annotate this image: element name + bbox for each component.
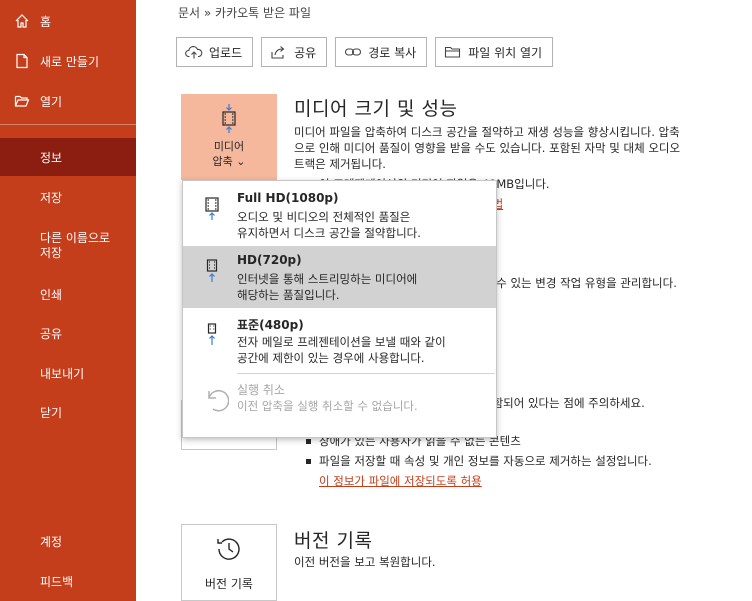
nav-share[interactable]: 공유: [0, 320, 136, 346]
nav-home-label: 홈: [40, 14, 52, 29]
nav-info-label: 정보: [40, 150, 63, 165]
nav-feedback[interactable]: 피드백: [0, 568, 136, 594]
menu-item-hd[interactable]: HD(720p) 인터넷을 통해 스트리밍하는 미디어에 해당하는 품질입니다.: [183, 246, 496, 308]
share-icon: [270, 44, 288, 60]
media-size-title: 미디어 크기 및 성능: [294, 98, 458, 120]
nav-new[interactable]: 새로 만들기: [0, 48, 136, 74]
nav-close[interactable]: 닫기: [0, 399, 136, 425]
bullet-marker: [306, 458, 311, 464]
upload-label: 업로드: [209, 45, 243, 60]
nav-save-as[interactable]: 다른 이름으로 저장: [0, 228, 136, 264]
nav-account[interactable]: 계정: [0, 528, 136, 554]
media-description-1: 미디어 파일을 압축하여 디스크 공간을 절약하고 재생 성능을 향상시킵니다.…: [294, 125, 680, 139]
menu-item-full-hd[interactable]: Full HD(1080p) 오디오 및 비디오의 전체적인 품질은 유지하면서…: [183, 184, 496, 246]
folder-icon: [444, 44, 462, 60]
hd-desc-2: 해당하는 품질입니다.: [237, 288, 340, 302]
compress-media-menu: Full HD(1080p) 오디오 및 비디오의 전체적인 품질은 유지하면서…: [182, 180, 497, 438]
hd-icon: [203, 254, 221, 287]
nav-info[interactable]: 정보: [0, 138, 136, 176]
full-hd-desc-2: 유지하면서 디스크 공간을 절약합니다.: [237, 226, 421, 240]
compress-media-button[interactable]: 미디어 압축 ⌄: [181, 94, 277, 180]
compress-media-icon: [220, 104, 238, 137]
standard-desc-2: 공간에 제한이 있는 경우에 사용합니다.: [237, 351, 425, 365]
version-history-title: 버전 기록: [294, 530, 373, 552]
link-icon: [344, 44, 362, 60]
standard-desc-1: 전자 메일로 프레젠테이션을 보낼 때와 같이: [237, 335, 446, 349]
nav-feedback-label: 피드백: [40, 574, 74, 589]
full-hd-desc-1: 오디오 및 비디오의 전체적인 품질은: [237, 210, 411, 224]
nav-home[interactable]: 홈: [0, 8, 136, 34]
version-history-description: 이전 버전을 보고 복원합니다.: [294, 555, 436, 569]
share-label: 공유: [294, 45, 317, 60]
media-description-2: 으로 인해 미디어 품질이 영향을 받을 수도 있습니다. 포함된 자막 및 대…: [294, 141, 681, 155]
nav-print-label: 인쇄: [40, 287, 63, 302]
file-actions-bar: 업로드 공유 경로 복사 파일 위치 열기: [176, 37, 554, 67]
full-hd-icon: [203, 192, 221, 225]
cloud-upload-icon: [185, 44, 203, 60]
allow-info-link-text: 이 정보가 파일에 저장되도록 허용: [319, 474, 482, 488]
nav-save-as-label-2: 저장: [40, 246, 63, 260]
undo-title: 실행 취소: [237, 383, 285, 397]
inspect-bullet-2-text: 파일을 저장할 때 속성 및 개인 정보를 자동으로 제거하는 설정입니다.: [319, 454, 652, 468]
hd-title: HD(720p): [237, 253, 302, 267]
standard-icon: [203, 317, 221, 350]
open-file-location-button[interactable]: 파일 위치 열기: [435, 37, 554, 67]
copy-path-button[interactable]: 경로 복사: [335, 37, 428, 67]
nav-export-label: 내보내기: [40, 366, 85, 381]
backstage-sidebar: 홈 새로 만들기 열기 정보 저장 다른 이름으로 저장 인쇄 공유 내보내기 …: [0, 0, 136, 601]
nav-new-label: 새로 만들기: [40, 54, 100, 69]
standard-title: 표준(480p): [237, 318, 304, 332]
bullet-marker: [306, 438, 311, 444]
menu-item-standard[interactable]: 표준(480p) 전자 메일로 프레젠테이션을 보낼 때와 같이 공간에 제한이…: [183, 309, 496, 371]
upload-button[interactable]: 업로드: [176, 37, 254, 67]
menu-divider: [237, 373, 495, 374]
full-hd-title: Full HD(1080p): [237, 191, 339, 205]
version-history-button[interactable]: 버전 기록: [181, 524, 277, 601]
nav-open-label: 열기: [40, 94, 63, 109]
menu-item-undo[interactable]: 실행 취소 이전 압축을 실행 취소할 수 없습니다.: [183, 377, 496, 421]
compress-media-label-1: 미디어: [213, 140, 245, 153]
nav-print[interactable]: 인쇄: [0, 281, 136, 307]
home-icon: [10, 13, 34, 29]
share-button[interactable]: 공유: [261, 37, 328, 67]
nav-close-label: 닫기: [40, 405, 63, 420]
nav-save-as-label-1: 다른 이름으로: [40, 231, 111, 245]
inspect-bullet-2: 파일을 저장할 때 속성 및 개인 정보를 자동으로 제거하는 설정입니다.: [306, 453, 652, 469]
nav-save[interactable]: 저장: [0, 184, 136, 210]
nav-export[interactable]: 내보내기: [0, 360, 136, 386]
undo-icon: [203, 383, 230, 416]
nav-share-label: 공유: [40, 326, 63, 341]
nav-account-label: 계정: [40, 534, 63, 549]
hd-desc-1: 인터넷을 통해 스트리밍하는 미디어에: [237, 272, 418, 286]
inspect-description: 포함되어 있다는 점에 주의하세요.: [482, 396, 645, 410]
compress-media-label-2: 압축 ⌄: [212, 155, 246, 168]
version-history-tile-label: 버전 기록: [205, 576, 253, 591]
open-location-label: 파일 위치 열기: [468, 45, 543, 60]
media-description-3: 트랙은 제거됩니다.: [294, 157, 386, 171]
history-clock-icon: [214, 534, 244, 567]
nav-divider: [0, 124, 136, 125]
protect-description: 할 수 있는 변경 작업 유형을 관리합니다.: [482, 276, 677, 290]
nav-save-label: 저장: [40, 190, 63, 205]
nav-open[interactable]: 열기: [0, 88, 136, 114]
copy-path-label: 경로 복사: [368, 45, 417, 60]
undo-desc: 이전 압축을 실행 취소할 수 없습니다.: [237, 399, 418, 413]
new-document-icon: [10, 53, 34, 69]
breadcrumb: 문서 » 카카오톡 받은 파일: [178, 6, 312, 20]
allow-info-link[interactable]: 이 정보가 파일에 저장되도록 허용: [319, 473, 482, 489]
folder-open-icon: [10, 93, 34, 109]
